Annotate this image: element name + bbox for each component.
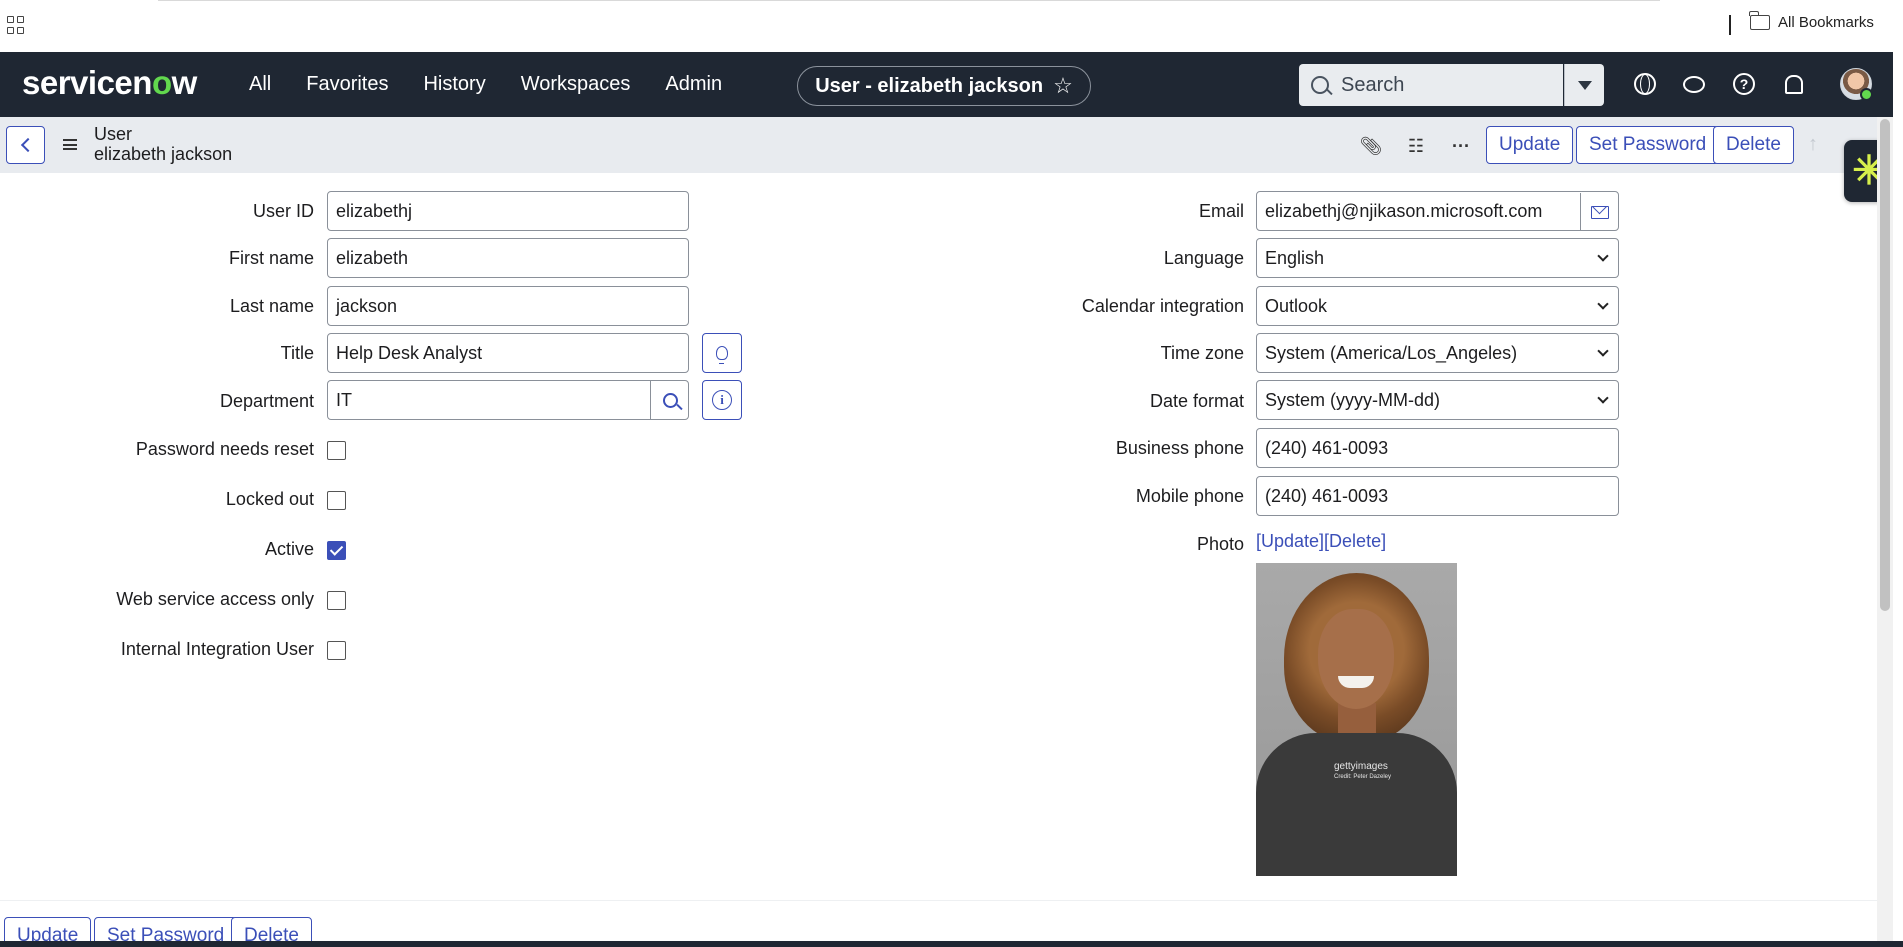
globe-icon[interactable] [1634, 73, 1656, 95]
mobile-phone-input[interactable]: (240) 461-0093 [1256, 476, 1619, 516]
chevron-down-icon [1597, 344, 1609, 357]
form-title: User elizabeth jackson [94, 124, 232, 164]
date-format-label: Date format [1149, 391, 1244, 411]
arrow-up-icon[interactable]: ↑ [1808, 133, 1818, 156]
global-search-input[interactable]: Search [1299, 64, 1563, 106]
avatar[interactable] [1840, 68, 1873, 101]
servicenow-logo[interactable]: servicenow [22, 64, 197, 102]
internal-integration-user-checkbox[interactable] [327, 641, 346, 660]
personalize-form-icon[interactable]: ☷ [1405, 135, 1427, 157]
web-service-access-only-checkbox[interactable] [327, 591, 346, 610]
calendar-integration-select[interactable]: Outlook [1256, 286, 1619, 326]
folder-icon [1749, 11, 1770, 30]
bookmarks-separator [1729, 15, 1731, 35]
help-icon[interactable]: ? [1733, 73, 1755, 95]
photo-label: Photo [1196, 534, 1244, 554]
department-input[interactable]: IT [327, 380, 689, 420]
paperclip-icon[interactable]: 📎︎ [1360, 135, 1383, 157]
nav-admin[interactable]: Admin [665, 73, 722, 96]
scrollbar-thumb[interactable] [1880, 119, 1890, 611]
locked-out-label: Locked out [225, 489, 314, 509]
chevron-down-icon [1577, 80, 1592, 90]
nav-workspaces[interactable]: Workspaces [521, 73, 631, 96]
department-lookup-button[interactable] [650, 381, 689, 419]
password-needs-reset-label: Password needs reset [135, 439, 314, 459]
delete-button[interactable]: Delete [1713, 126, 1794, 164]
nav-all[interactable]: All [249, 73, 271, 96]
locked-out-checkbox[interactable] [327, 491, 346, 510]
title-input[interactable]: Help Desk Analyst [327, 333, 689, 373]
active-checkbox[interactable] [327, 541, 346, 560]
language-label: Language [1163, 248, 1244, 268]
send-email-button[interactable] [1580, 193, 1619, 231]
chevron-left-icon [20, 137, 35, 153]
envelope-icon [1591, 205, 1609, 219]
bell-icon[interactable] [1783, 73, 1805, 95]
main-nav: All Favorites History Workspaces Admin [249, 52, 722, 117]
set-password-button[interactable]: Set Password [1576, 126, 1720, 164]
form-header-bar: User elizabeth jackson 📎︎ ☷ ··· Update S… [0, 117, 1877, 173]
email-label: Email [1198, 201, 1244, 221]
active-label: Active [264, 539, 314, 559]
calendar-integration-label: Calendar integration [1081, 296, 1244, 316]
context-menu-icon[interactable] [63, 139, 77, 150]
photo-watermark: gettyimages Credit: Peter Dazeley [1334, 761, 1392, 780]
photo-actions: [Update][Delete] [1256, 531, 1386, 552]
first-name-input[interactable]: elizabeth [327, 238, 689, 278]
date-format-select[interactable]: System (yyyy-MM-dd) [1256, 380, 1619, 420]
info-icon: i [712, 390, 732, 410]
search-scope-dropdown[interactable] [1564, 64, 1604, 106]
email-input[interactable]: elizabethj@njikason.microsoft.com [1256, 191, 1619, 231]
update-button[interactable]: Update [1486, 126, 1574, 164]
tab-strip-line [158, 0, 1660, 1]
web-service-access-only-label: Web service access only [116, 589, 314, 609]
record-name: elizabeth jackson [94, 144, 233, 164]
user-id-label: User ID [252, 201, 314, 221]
last-name-label: Last name [229, 296, 314, 316]
last-name-input[interactable]: jackson [327, 286, 689, 326]
context-title-pill[interactable]: User - elizabeth jackson ☆ [797, 66, 1091, 106]
department-info-button[interactable]: i [702, 380, 742, 420]
time-zone-label: Time zone [1160, 343, 1244, 363]
password-needs-reset-checkbox[interactable] [327, 441, 346, 460]
star-icon[interactable]: ☆ [1053, 73, 1073, 99]
mobile-phone-label: Mobile phone [1135, 486, 1244, 506]
bookmarks-bar: All Bookmarks [0, 0, 1903, 52]
more-options-icon[interactable]: ··· [1450, 135, 1472, 157]
user-id-input[interactable]: elizabethj [327, 191, 689, 231]
search-placeholder: Search [1341, 73, 1405, 96]
business-phone-input[interactable]: (240) 461-0093 [1256, 428, 1619, 468]
all-bookmarks-button[interactable]: All Bookmarks [1749, 11, 1874, 31]
apps-grid-icon[interactable] [7, 16, 25, 34]
chevron-down-icon [1597, 391, 1609, 404]
lightbulb-icon [716, 346, 728, 364]
internal-integration-user-label: Internal Integration User [120, 639, 314, 659]
taskbar-edge [0, 941, 1903, 947]
context-title: User - elizabeth jackson [815, 74, 1044, 97]
chevron-down-icon [1597, 249, 1609, 262]
back-button[interactable] [6, 126, 45, 164]
page-scrollbar[interactable] [1877, 117, 1893, 947]
search-icon [662, 392, 678, 408]
chevron-down-icon [1597, 297, 1609, 310]
nav-favorites[interactable]: Favorites [306, 73, 388, 96]
user-photo: gettyimages Credit: Peter Dazeley [1256, 563, 1457, 876]
first-name-label: First name [228, 248, 314, 268]
department-label: Department [219, 391, 314, 411]
app-header: servicenow All Favorites History Workspa… [0, 52, 1893, 117]
photo-delete-link[interactable]: [Delete] [1324, 531, 1386, 551]
chat-icon[interactable] [1683, 73, 1705, 95]
all-bookmarks-label: All Bookmarks [1778, 14, 1874, 31]
search-icon [1311, 76, 1329, 94]
title-label: Title [280, 343, 314, 363]
language-select[interactable]: English [1256, 238, 1619, 278]
record-type: User [94, 124, 133, 144]
business-phone-label: Business phone [1115, 438, 1244, 458]
nav-history[interactable]: History [423, 73, 485, 96]
footer-divider [0, 900, 1877, 901]
title-suggestion-button[interactable] [702, 333, 742, 373]
time-zone-select[interactable]: System (America/Los_Angeles) [1256, 333, 1619, 373]
photo-update-link[interactable]: [Update] [1256, 531, 1324, 551]
